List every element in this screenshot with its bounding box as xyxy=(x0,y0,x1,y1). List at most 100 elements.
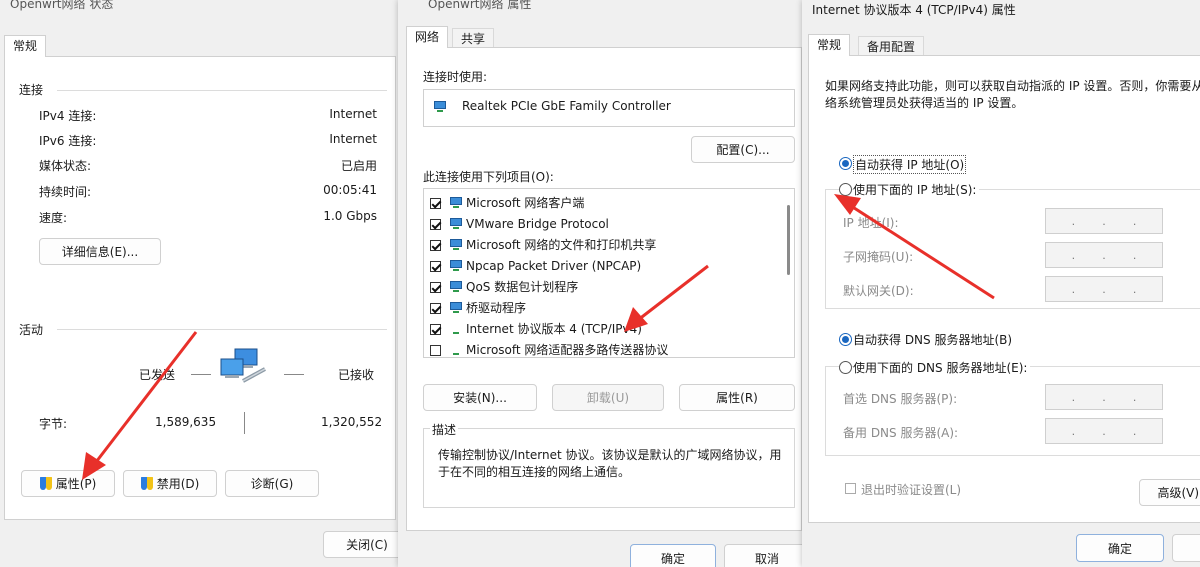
diagnose-button-label: 诊断(G) xyxy=(250,477,294,491)
file-sharing-icon xyxy=(448,239,464,251)
tab-sharing[interactable]: 共享 xyxy=(452,28,495,48)
properties-dialog-title: Openwrt网络 属性 xyxy=(418,0,802,18)
bytes-sent-value: 1,589,635 xyxy=(155,415,217,429)
ip-dot: . xyxy=(1102,214,1106,228)
install-button[interactable]: 安装(N)... xyxy=(423,384,537,411)
ip-dot: . xyxy=(1071,282,1076,296)
adapter-box: Realtek PCIe GbE Family Controller xyxy=(423,89,795,127)
ipv4-dialog-title: Internet 协议版本 4 (TCP/IPv4) 属性 xyxy=(802,0,1200,24)
tab-network-label: 网络 xyxy=(415,30,440,44)
subnet-mask-field[interactable]: . . . xyxy=(1045,242,1163,268)
advanced-button[interactable]: 高级(V)... xyxy=(1139,479,1200,506)
ip-dot: . xyxy=(1132,424,1137,438)
item-checkbox[interactable] xyxy=(430,324,441,335)
auto-ip-label[interactable]: 自动获得 IP 地址(O) xyxy=(853,155,967,174)
cancel-button[interactable]: 取消 xyxy=(724,544,802,567)
ok-button[interactable]: 确定 xyxy=(1076,534,1164,562)
properties-button[interactable]: 属性(P) xyxy=(21,470,115,497)
divider xyxy=(284,374,304,375)
cancel-button-label: 取消 xyxy=(754,551,779,566)
title-text: Openwrt网络 状态 xyxy=(10,0,114,11)
configure-button[interactable]: 配置(C)... xyxy=(691,136,795,163)
section-connection-label: 连接 xyxy=(19,83,44,97)
ipv4-value: Internet xyxy=(329,107,377,121)
default-gateway-field[interactable]: . . . xyxy=(1045,276,1163,302)
status-panel: 连接 IPv4 连接: Internet IPv6 连接: Internet 媒… xyxy=(4,56,396,520)
item-checkbox[interactable] xyxy=(430,282,441,293)
protocol-icon xyxy=(448,302,464,314)
item-properties-button[interactable]: 属性(R) xyxy=(679,384,795,411)
preferred-dns-field[interactable]: . . . xyxy=(1045,384,1163,410)
bytes-received-value: 1,320,552 xyxy=(321,415,383,429)
tab-alternate-config[interactable]: 备用配置 xyxy=(858,36,925,56)
ip-dot: . xyxy=(1071,214,1076,228)
manual-ip-radio[interactable] xyxy=(839,183,852,196)
divider xyxy=(244,412,245,434)
item-checkbox[interactable] xyxy=(430,303,441,314)
item-checkbox[interactable] xyxy=(430,198,441,209)
close-button-label: 关闭(C) xyxy=(346,538,388,552)
ip-dot: . xyxy=(1102,282,1106,296)
sent-label: 已发送 xyxy=(139,368,176,382)
item-label: Microsoft 网络客户端 xyxy=(466,196,585,210)
ip-dot: . xyxy=(1132,214,1137,228)
diagnose-button[interactable]: 诊断(G) xyxy=(225,470,319,497)
manual-dns-label[interactable]: 使用下面的 DNS 服务器地址(E): xyxy=(853,359,1031,376)
subnet-mask-label: 子网掩码(U): xyxy=(843,250,914,264)
ip-dot: . xyxy=(1102,424,1106,438)
ip-address-field[interactable]: . . . xyxy=(1045,208,1163,234)
description-label: 描述 xyxy=(430,421,459,438)
tab-general-label: 常规 xyxy=(13,39,38,53)
network-computers-icon xyxy=(219,347,271,387)
default-gateway-label: 默认网关(D): xyxy=(843,284,914,298)
ok-button-label: 确定 xyxy=(1107,541,1132,556)
tab-general[interactable]: 常规 xyxy=(4,35,47,57)
advanced-button-label: 高级(V)... xyxy=(1157,486,1200,500)
details-button-label: 详细信息(E)... xyxy=(61,245,139,259)
item-checkbox[interactable] xyxy=(430,240,441,251)
title-text: Internet 协议版本 4 (TCP/IPv4) 属性 xyxy=(812,3,1016,17)
item-label: Microsoft 网络适配器多路传送器协议 xyxy=(466,343,669,357)
items-label: 此连接使用下列项目(O): xyxy=(423,170,554,184)
alternate-dns-field[interactable]: . . . xyxy=(1045,418,1163,444)
validate-checkbox[interactable] xyxy=(845,483,856,494)
tab-general-label: 常规 xyxy=(817,38,842,52)
protocol-icon xyxy=(448,281,464,293)
auto-dns-radio[interactable] xyxy=(839,333,852,346)
uninstall-button-label: 卸载(U) xyxy=(586,391,630,405)
manual-dns-radio[interactable] xyxy=(839,361,852,374)
ip-dot: . xyxy=(1102,390,1106,404)
disable-button[interactable]: 禁用(D) xyxy=(123,470,217,497)
ok-button-label: 确定 xyxy=(660,551,685,566)
ip-dot: . xyxy=(1071,248,1076,262)
list-scrollbar[interactable] xyxy=(787,205,790,275)
close-button[interactable]: 关闭(C) xyxy=(323,531,398,558)
details-button[interactable]: 详细信息(E)... xyxy=(39,238,161,265)
media-state-value: 已启用 xyxy=(340,159,377,173)
item-label: Microsoft 网络的文件和打印机共享 xyxy=(466,238,657,252)
auto-dns-label[interactable]: 自动获得 DNS 服务器地址(B) xyxy=(853,331,1012,348)
auto-ip-radio[interactable] xyxy=(839,157,852,170)
received-label: 已接收 xyxy=(338,368,375,382)
manual-ip-label[interactable]: 使用下面的 IP 地址(S): xyxy=(853,181,980,198)
section-activity-label: 活动 xyxy=(19,323,44,337)
cancel-button-partial[interactable] xyxy=(1172,534,1200,562)
uninstall-button[interactable]: 卸载(U) xyxy=(552,384,664,411)
tab-network[interactable]: 网络 xyxy=(406,26,449,48)
components-list: Microsoft 网络客户端 VMware Bridge Protocol M… xyxy=(423,188,795,358)
item-checkbox[interactable] xyxy=(430,261,441,272)
duration-label: 持续时间: xyxy=(39,185,92,199)
ip-dot: . xyxy=(1132,282,1137,296)
item-checkbox[interactable] xyxy=(430,345,441,356)
validate-label: 退出时验证设置(L) xyxy=(861,483,962,497)
ip-dot: . xyxy=(1071,390,1076,404)
item-checkbox[interactable] xyxy=(430,219,441,230)
ip-dot: . xyxy=(1102,248,1106,262)
ok-button[interactable]: 确定 xyxy=(630,544,716,567)
protocol-icon xyxy=(448,344,464,356)
status-dialog: Openwrt网络 状态 常规 连接 IPv4 连接: Internet IPv… xyxy=(0,0,398,567)
properties-dialog: Openwrt网络 属性 网络 共享 连接时使用: Realtek PCIe G… xyxy=(398,0,802,567)
adapter-name: Realtek PCIe GbE Family Controller xyxy=(462,99,671,113)
properties-button-label: 属性(P) xyxy=(55,477,97,491)
tab-general[interactable]: 常规 xyxy=(808,34,851,56)
